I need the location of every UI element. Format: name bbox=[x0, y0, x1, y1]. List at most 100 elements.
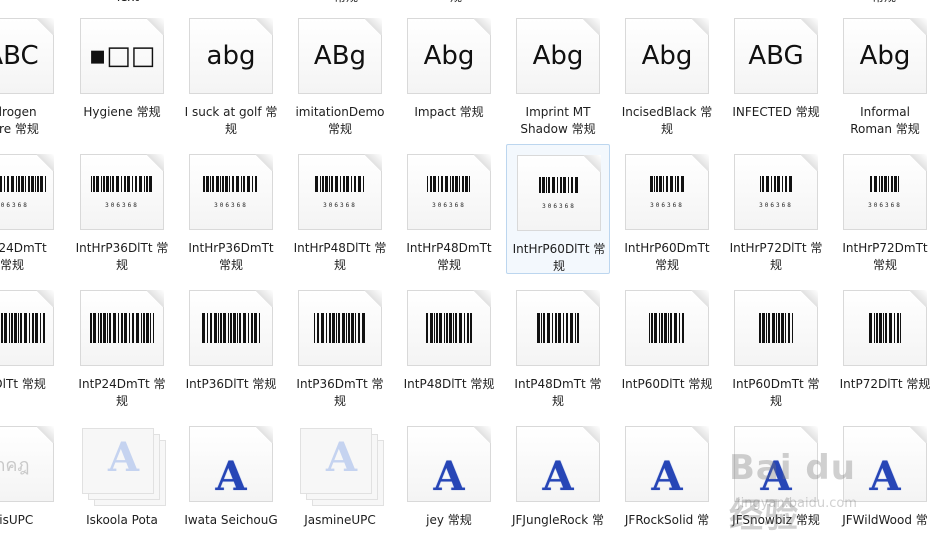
font-preview: ▪□□ bbox=[80, 36, 164, 76]
font-preview bbox=[80, 308, 164, 348]
font-file-label: IntP24DmTt 常 规 bbox=[78, 377, 166, 408]
font-file-item[interactable]: Ajey 常规 bbox=[397, 416, 501, 546]
font-preview: 306368 bbox=[843, 172, 927, 212]
font-file-label: IntHrP48DmTt 常规 bbox=[406, 241, 492, 272]
font-sample-text: ABg bbox=[313, 41, 367, 71]
page-fold-icon bbox=[364, 290, 382, 307]
page-fold-icon bbox=[582, 290, 600, 307]
barcode-sample-icon bbox=[539, 176, 578, 193]
baidu-watermark: Bai du 经验 jingyan.baidu.com bbox=[729, 438, 899, 536]
barcode-sample-icon bbox=[869, 313, 901, 343]
page-fold-icon bbox=[255, 290, 273, 307]
font-preview bbox=[516, 308, 600, 348]
barcode-sample-icon bbox=[760, 175, 792, 192]
font-file-item[interactable]: Abg IncisedBlack 常 规 bbox=[615, 8, 719, 138]
font-file-item[interactable]: IntP48DlTt 常规 bbox=[397, 280, 501, 410]
page-fold-icon bbox=[255, 154, 273, 171]
font-file-label: IntHrP60DmTt 常规 bbox=[624, 241, 710, 272]
page-fold-icon bbox=[255, 426, 273, 443]
font-file-item[interactable]: 306368 IntHrP48DmTt 常规 bbox=[397, 144, 501, 274]
page-fold-icon bbox=[691, 18, 709, 35]
page-fold-icon bbox=[36, 154, 54, 171]
barcode-sample-icon bbox=[426, 313, 472, 343]
page-fold-icon bbox=[364, 18, 382, 35]
font-file-item[interactable]: 306368 IntHrP48DlTt 常 规 bbox=[288, 144, 392, 274]
font-file-item[interactable]: A JFJungleRock 常 bbox=[506, 416, 610, 546]
font-file-item[interactable]: abg I suck at golf 常 规 bbox=[179, 8, 283, 138]
font-file-item[interactable]: Abg Impact 常规 bbox=[397, 8, 501, 138]
font-file-item[interactable]: ABg imitationDemo 常规 bbox=[288, 8, 392, 138]
font-preview: กคฎ bbox=[0, 444, 54, 484]
font-file-item[interactable]: IntP60DmTt 常 规 bbox=[724, 280, 828, 410]
barcode-sample-icon bbox=[91, 175, 152, 192]
barcode-sample-icon bbox=[870, 175, 899, 192]
page-fold-icon bbox=[36, 426, 54, 443]
font-file-label: Impact 常规 bbox=[414, 105, 484, 119]
font-file-item[interactable]: ABG INFECTED 常规 bbox=[724, 8, 828, 138]
font-file-item[interactable]: A JasmineUPC bbox=[288, 416, 392, 546]
barcode-sample-icon bbox=[0, 175, 46, 192]
page-fold-icon bbox=[800, 154, 818, 171]
font-preview: Abg bbox=[407, 36, 491, 76]
font-file-item[interactable]: กคฎ IrisUPC bbox=[0, 416, 64, 546]
font-glyph-icon: A bbox=[215, 456, 247, 496]
page-fold-icon bbox=[691, 426, 709, 443]
font-file-item[interactable]: 306368 IntHrP60DmTt 常规 bbox=[615, 144, 719, 274]
font-preview bbox=[734, 308, 818, 348]
page-fold-icon bbox=[364, 154, 382, 171]
font-file-label: IntP72DlTt 常规 bbox=[839, 377, 931, 391]
font-preview bbox=[407, 308, 491, 348]
font-sample-text: ▪□□ bbox=[88, 41, 156, 71]
font-sample-text: Abg bbox=[532, 41, 584, 71]
font-file-label: imitationDemo 常规 bbox=[295, 105, 385, 136]
font-file-item[interactable]: IntP60DlTt 常规 bbox=[615, 280, 719, 410]
font-file-item[interactable]: A JFRockSolid 常 bbox=[615, 416, 719, 546]
font-file-item[interactable]: IntP36DmTt 常 规 bbox=[288, 280, 392, 410]
font-file-item[interactable]: 306368 HrP24DmTt 常规 bbox=[0, 144, 64, 274]
font-file-label: JFJungleRock 常 bbox=[511, 513, 605, 527]
font-file-label: IntP36DlTt 常规 bbox=[185, 377, 277, 391]
page-fold-icon bbox=[583, 155, 601, 172]
barcode-digits: 306368 bbox=[214, 201, 248, 209]
page-fold-icon bbox=[582, 18, 600, 35]
font-file-item[interactable]: ABC ydrogen core 常规 bbox=[0, 8, 64, 138]
font-preview: 306368 bbox=[517, 173, 601, 213]
font-file-label: IntP48DmTt 常 规 bbox=[514, 377, 602, 408]
font-file-item[interactable]: IntP36DlTt 常规 bbox=[179, 280, 283, 410]
page-fold-icon bbox=[473, 426, 491, 443]
font-file-item[interactable]: 24DlTt 常规 bbox=[0, 280, 64, 410]
font-preview bbox=[0, 308, 54, 348]
font-file-label: 24DlTt 常规 bbox=[0, 377, 46, 391]
font-file-item[interactable]: 306368 IntHrP72DlTt 常 规 bbox=[724, 144, 828, 274]
font-sample-text: ABG bbox=[748, 41, 804, 71]
page-fold-icon bbox=[582, 426, 600, 443]
barcode-sample-icon bbox=[90, 313, 154, 343]
font-file-label: IntP48DlTt 常规 bbox=[403, 377, 495, 391]
page-fold-icon bbox=[36, 18, 54, 35]
font-file-label: IntP60DmTt 常 规 bbox=[732, 377, 820, 408]
font-file-item[interactable]: Abg Imprint MT Shadow 常规 bbox=[506, 8, 610, 138]
font-file-item[interactable]: Abg Informal Roman 常规 bbox=[833, 8, 935, 138]
font-file-item[interactable]: IntP48DmTt 常 规 bbox=[506, 280, 610, 410]
font-file-label: Iwata SeichouG bbox=[184, 513, 278, 527]
partial-file-label: 常规 bbox=[854, 0, 914, 6]
barcode-sample-icon bbox=[537, 313, 579, 343]
page-fold-icon bbox=[146, 290, 164, 307]
barcode-digits: 306368 bbox=[323, 201, 357, 209]
font-file-item[interactable]: 306368 IntHrP60DlTt 常 规 bbox=[506, 144, 610, 274]
font-file-item[interactable]: 306368 IntHrP36DmTt 常规 bbox=[179, 144, 283, 274]
font-file-item[interactable]: IntP72DlTt 常规 bbox=[833, 280, 935, 410]
watermark-logo: Bai du 经验 bbox=[729, 448, 856, 536]
font-file-item[interactable]: ▪□□ Hygiene 常规 bbox=[70, 8, 174, 138]
font-preview: 306368 bbox=[189, 172, 273, 212]
font-file-item[interactable]: A Iwata SeichouG bbox=[179, 416, 283, 546]
page-fold-icon bbox=[800, 290, 818, 307]
font-file-item[interactable]: 306368 IntHrP72DmTt 常规 bbox=[833, 144, 935, 274]
partial-file-label: 常规 bbox=[316, 0, 376, 6]
font-file-item[interactable]: 306368 IntHrP36DlTt 常 规 bbox=[70, 144, 174, 274]
font-file-item[interactable]: IntP24DmTt 常 规 bbox=[70, 280, 174, 410]
font-file-label: IntHrP72DlTt 常 规 bbox=[729, 241, 823, 272]
font-sample-text: กคฎ bbox=[0, 454, 30, 476]
page-fold-icon bbox=[36, 290, 54, 307]
font-file-item[interactable]: A Iskoola Pota bbox=[70, 416, 174, 546]
